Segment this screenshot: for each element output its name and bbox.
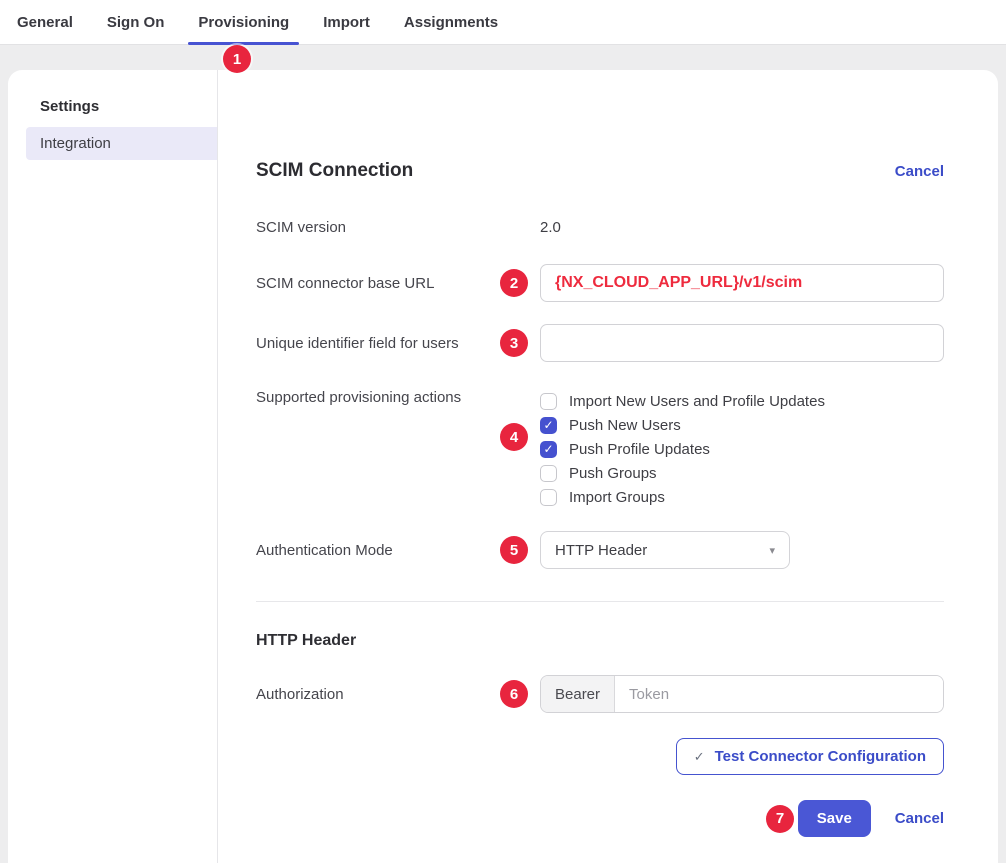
tab-import[interactable]: Import <box>306 0 387 44</box>
unique-identifier-label: Unique identifier field for users <box>256 335 540 352</box>
provisioning-actions-group: Import New Users and Profile Updates ✓ P… <box>540 389 825 509</box>
cancel-link-bottom[interactable]: Cancel <box>895 810 944 827</box>
step-3-badge: 3 <box>500 329 528 357</box>
checkbox-checked-icon[interactable]: ✓ <box>540 417 557 434</box>
provisioning-actions-row: Supported provisioning actions 4 Import … <box>256 389 944 509</box>
check-icon: ✓ <box>694 749 705 765</box>
checkbox-unchecked-icon[interactable] <box>540 465 557 482</box>
scim-version-row: SCIM version 2.0 <box>256 219 944 236</box>
step-1-badge: 1 <box>223 45 251 73</box>
cancel-link-top[interactable]: Cancel <box>895 163 944 180</box>
checkbox-row-import-new-users[interactable]: Import New Users and Profile Updates <box>540 389 825 413</box>
checkbox-label: Push Profile Updates <box>569 441 710 458</box>
checkbox-label: Import New Users and Profile Updates <box>569 393 825 410</box>
checkbox-row-import-groups[interactable]: Import Groups <box>540 485 825 509</box>
base-url-label: SCIM connector base URL <box>256 275 540 292</box>
provisioning-card: Settings Integration SCIM Connection Can… <box>8 70 998 863</box>
step-4-badge: 4 <box>500 423 528 451</box>
app-tab-bar: General Sign On Provisioning Import Assi… <box>0 0 1006 45</box>
checkbox-row-push-groups[interactable]: Push Groups <box>540 461 825 485</box>
page-title: SCIM Connection <box>256 160 413 182</box>
sidebar-heading: Settings <box>8 98 217 115</box>
tab-sign-on[interactable]: Sign On <box>90 0 182 44</box>
tab-general[interactable]: General <box>0 0 90 44</box>
checkbox-checked-icon[interactable]: ✓ <box>540 441 557 458</box>
checkbox-unchecked-icon[interactable] <box>540 489 557 506</box>
save-cancel-row: 7 Save Cancel <box>256 800 944 837</box>
step-2-badge: 2 <box>500 269 528 297</box>
bearer-prefix: Bearer <box>541 676 615 712</box>
authorization-label: Authorization <box>256 686 540 703</box>
sidebar-item-label: Integration <box>40 135 111 152</box>
scim-connection-form: SCIM Connection Cancel SCIM version 2.0 … <box>218 70 998 863</box>
checkbox-row-push-new-users[interactable]: ✓ Push New Users <box>540 413 825 437</box>
test-connector-button[interactable]: ✓ Test Connector Configuration <box>676 738 944 775</box>
token-input[interactable] <box>615 676 943 712</box>
authorization-input-group: Bearer <box>540 675 944 713</box>
authorization-row: Authorization 6 Bearer <box>256 675 944 713</box>
checkbox-label: Import Groups <box>569 489 665 506</box>
unique-identifier-input[interactable] <box>540 324 944 362</box>
auth-mode-select[interactable]: HTTP Header ▾ <box>540 531 790 569</box>
auth-mode-selected-value: HTTP Header <box>555 542 647 559</box>
tab-provisioning[interactable]: Provisioning <box>181 0 306 44</box>
step-6-badge: 6 <box>500 680 528 708</box>
save-button[interactable]: Save <box>798 800 871 837</box>
scim-version-label: SCIM version <box>256 219 540 236</box>
step-5-badge: 5 <box>500 536 528 564</box>
step-7-badge: 7 <box>766 805 794 833</box>
section-divider <box>256 601 944 602</box>
tab-assignments[interactable]: Assignments <box>387 0 515 44</box>
auth-mode-row: Authentication Mode 5 HTTP Header ▾ <box>256 531 944 569</box>
base-url-row: SCIM connector base URL 2 <box>256 264 944 302</box>
provisioning-actions-label: Supported provisioning actions <box>256 389 540 406</box>
http-header-heading: HTTP Header <box>256 632 944 650</box>
unique-identifier-row: Unique identifier field for users 3 <box>256 324 944 362</box>
auth-mode-label: Authentication Mode <box>256 542 540 559</box>
checkbox-label: Push New Users <box>569 417 681 434</box>
scim-version-value: 2.0 <box>540 219 561 236</box>
test-connector-label: Test Connector Configuration <box>715 748 926 765</box>
sidebar-item-integration[interactable]: Integration <box>26 127 217 160</box>
test-connector-row: ✓ Test Connector Configuration <box>256 738 944 775</box>
checkbox-row-push-profile-updates[interactable]: ✓ Push Profile Updates <box>540 437 825 461</box>
settings-sidebar: Settings Integration <box>8 70 218 863</box>
checkbox-label: Push Groups <box>569 465 657 482</box>
caret-down-icon: ▾ <box>769 544 775 557</box>
base-url-input[interactable] <box>540 264 944 302</box>
checkbox-unchecked-icon[interactable] <box>540 393 557 410</box>
